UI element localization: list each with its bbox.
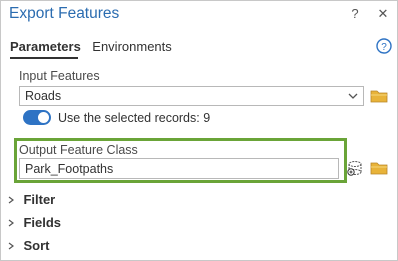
help-button[interactable]: ?: [347, 6, 363, 22]
selected-records-toggle[interactable]: [23, 110, 51, 125]
input-features-value: Roads: [25, 89, 62, 103]
help-circle-icon[interactable]: ?: [376, 38, 392, 54]
section-sort-label: Sort: [23, 238, 50, 254]
selected-records-label: Use the selected records: 9: [58, 111, 211, 125]
output-feature-class-input[interactable]: Park_Footpaths: [19, 158, 339, 179]
geodatabase-icon[interactable]: [345, 158, 363, 178]
tab-bar: Parameters Environments: [10, 38, 179, 58]
input-features-dropdown[interactable]: Roads: [19, 86, 364, 106]
section-sort[interactable]: Sort: [7, 237, 49, 255]
folder-icon[interactable]: [370, 88, 388, 104]
input-features-label: Input Features: [19, 69, 100, 83]
tab-parameters[interactable]: Parameters: [10, 39, 81, 54]
active-tab-indicator: [10, 57, 78, 59]
toggle-knob: [38, 112, 49, 123]
geoprocessing-pane: Export Features ? ✕ Parameters Environme…: [0, 0, 398, 261]
caret-right-icon: [8, 219, 14, 227]
section-filter[interactable]: Filter: [7, 191, 55, 209]
tab-environments[interactable]: Environments: [92, 39, 171, 54]
section-filter-label: Filter: [23, 192, 56, 208]
chevron-down-icon: [348, 93, 358, 99]
folder-icon[interactable]: [370, 160, 388, 176]
close-button[interactable]: ✕: [375, 6, 391, 22]
svg-text:?: ?: [381, 42, 387, 53]
caret-right-icon: [8, 242, 14, 250]
output-feature-class-label: Output Feature Class: [19, 143, 138, 157]
output-feature-class-value: Park_Footpaths: [25, 162, 114, 176]
section-fields[interactable]: Fields: [7, 214, 61, 232]
section-fields-label: Fields: [23, 215, 62, 231]
pane-title: Export Features: [9, 5, 120, 22]
caret-right-icon: [8, 196, 14, 204]
